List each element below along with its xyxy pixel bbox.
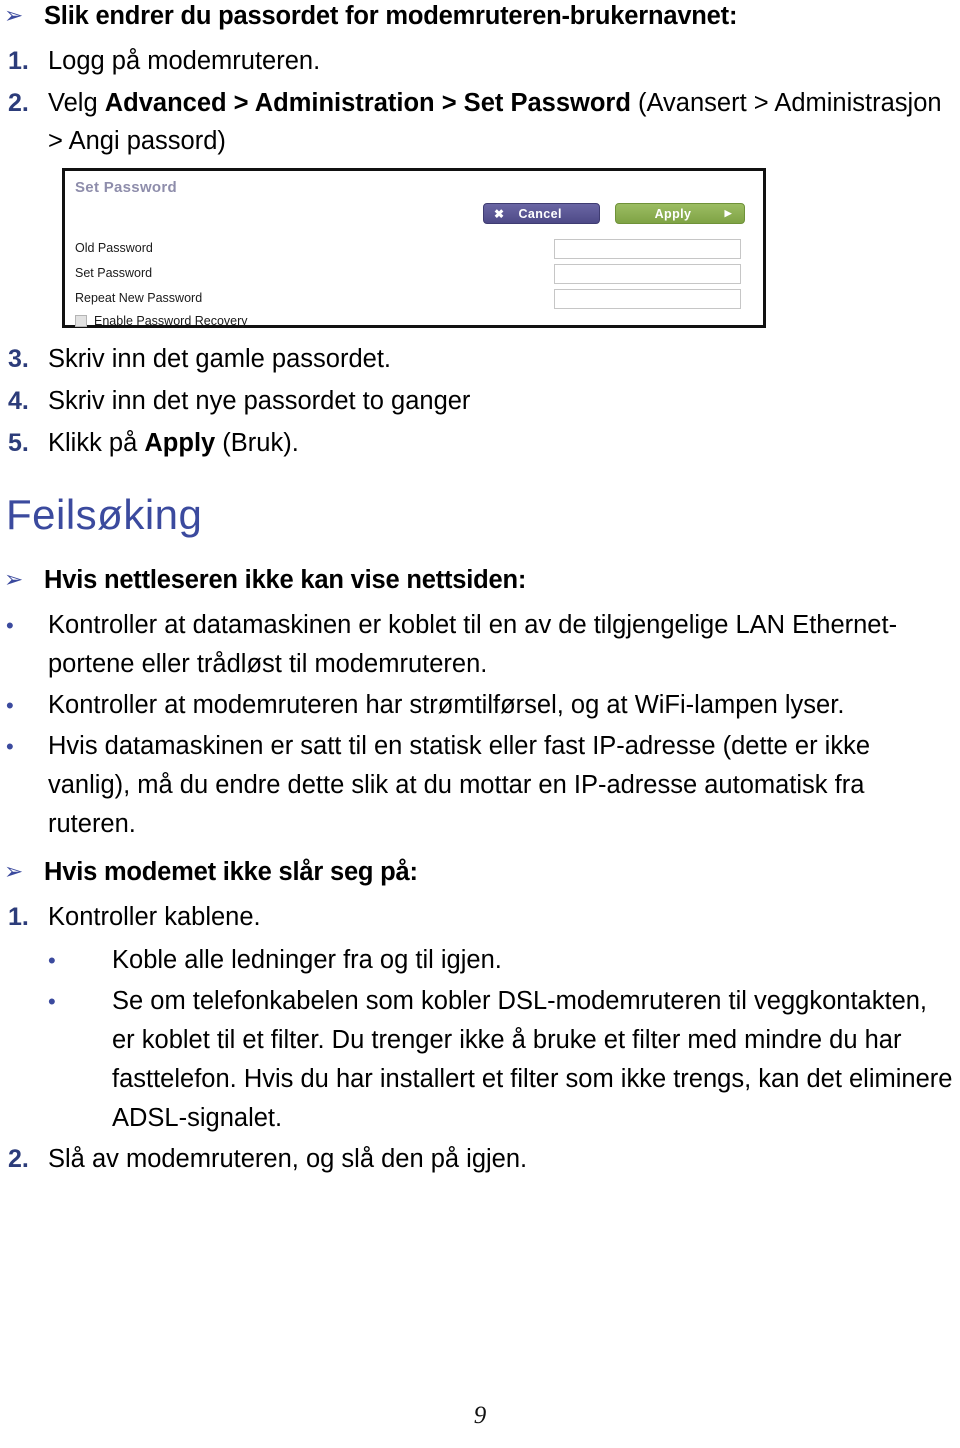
step-text-part: Klikk på [48,429,145,457]
round-bullet-icon: • [6,693,14,718]
set-password-input[interactable] [554,264,741,284]
arrow-bullet-icon: ➢ [4,2,24,28]
round-bullet-icon: • [6,613,14,638]
step-text: Velg Advanced > Administration > Set Pas… [48,84,960,160]
bullet-text: Kontroller at modemruteren har strømtilf… [48,691,845,719]
browser-group-heading-row: ➢ Hvis nettleseren ikke kan vise nettsid… [0,564,960,596]
set-password-screenshot: Set Password ✖ Cancel Apply ▶ Old Passwo… [62,168,766,328]
round-bullet-icon: • [6,734,14,759]
repeat-new-password-label: Repeat New Password [75,291,203,305]
cancel-button-label: Cancel [518,206,562,221]
step-text-part: (Bruk). [215,429,299,457]
step-number: 2. [8,1145,29,1173]
list-item-browser-bullet-3: • Hvis datamaskinen er satt til en stati… [0,727,960,844]
list-item-browser-bullet-1: • Kontroller at datamaskinen er koblet t… [0,606,960,684]
list-item-step-1: 1. Logg på modemruteren. [0,42,960,80]
list-item-modem-sub-bullet-2: • Se om telefonkabelen som kobler DSL-mo… [0,982,960,1138]
list-item-modem-step-1: 1. Kontroller kablene. [0,898,960,937]
apply-button-label: Apply [654,206,692,221]
enable-password-recovery-row[interactable]: Enable Password Recovery [75,314,248,328]
step-number: 4. [8,387,29,415]
bullet-text: Se om telefonkabelen som kobler DSL-mode… [112,987,953,1132]
set-password-panel: Set Password ✖ Cancel Apply ▶ Old Passwo… [62,168,766,328]
step-text: Skriv inn det nye passordet to ganger [48,387,471,415]
step-number: 1. [8,47,29,75]
round-bullet-icon: • [48,948,56,973]
arrow-bullet-icon: ➢ [4,566,24,592]
enable-password-recovery-label: Enable Password Recovery [94,314,248,328]
old-password-input[interactable] [554,239,741,259]
old-password-label: Old Password [75,241,153,255]
list-item-step-2: 2. Velg Advanced > Administration > Set … [0,84,960,160]
step-text: Skriv inn det gamle passordet. [48,345,392,373]
panel-title: Set Password [75,179,177,196]
list-item-browser-bullet-2: • Kontroller at modemruteren har strømti… [0,686,960,725]
step-number: 5. [8,429,29,457]
step-text-part-bold: Advanced > Administration > Set Password [104,89,631,117]
browser-group-heading: Hvis nettleseren ikke kan vise nettsiden… [44,566,527,594]
apply-button[interactable]: Apply ▶ [615,203,745,224]
password-section-heading-row: ➢ Slik endrer du passordet for modemrute… [0,0,960,32]
step-text: Klikk på Apply (Bruk). [48,424,960,462]
bullet-text: Hvis datamaskinen er satt til en statisk… [48,732,871,838]
cancel-button[interactable]: ✖ Cancel [483,203,600,224]
list-item-modem-sub-bullet-1: • Koble alle ledninger fra og til igjen. [0,941,960,980]
step-number: 2. [8,89,29,117]
bullet-text: Kontroller at datamaskinen er koblet til… [48,611,898,678]
step-text-part-bold: Apply [144,429,216,457]
arrow-bullet-icon: ➢ [4,858,24,884]
step-text: Slå av modemruteren, og slå den på igjen… [48,1145,528,1173]
password-section-heading: Slik endrer du passordet for modemrutere… [44,2,738,30]
step-text: Kontroller kablene. [48,903,261,931]
play-triangle-icon: ▶ [724,208,732,218]
repeat-new-password-input[interactable] [554,289,741,309]
list-item-step-4: 4. Skriv inn det nye passordet to ganger [0,382,960,420]
enable-password-recovery-checkbox[interactable] [75,315,87,327]
page-number: 9 [473,1402,487,1429]
step-number: 1. [8,903,29,931]
set-password-label: Set Password [75,266,153,280]
step-text-part: Velg [48,89,105,117]
modem-group-heading: Hvis modemet ikke slår seg på: [44,858,418,886]
step-number: 3. [8,345,29,373]
troubleshooting-heading: Feilsøking [6,491,203,538]
round-bullet-icon: • [48,989,56,1014]
list-item-step-5: 5. Klikk på Apply (Bruk). [0,424,960,462]
list-item-step-3: 3. Skriv inn det gamle passordet. [0,340,960,378]
step-text: Logg på modemruteren. [48,47,321,75]
modem-group-heading-row: ➢ Hvis modemet ikke slår seg på: [0,856,960,888]
close-icon: ✖ [494,206,505,221]
list-item-modem-step-2: 2. Slå av modemruteren, og slå den på ig… [0,1140,960,1179]
bullet-text: Koble alle ledninger fra og til igjen. [112,946,502,974]
document-page: ➢ Slik endrer du passordet for modemrute… [0,0,960,1448]
